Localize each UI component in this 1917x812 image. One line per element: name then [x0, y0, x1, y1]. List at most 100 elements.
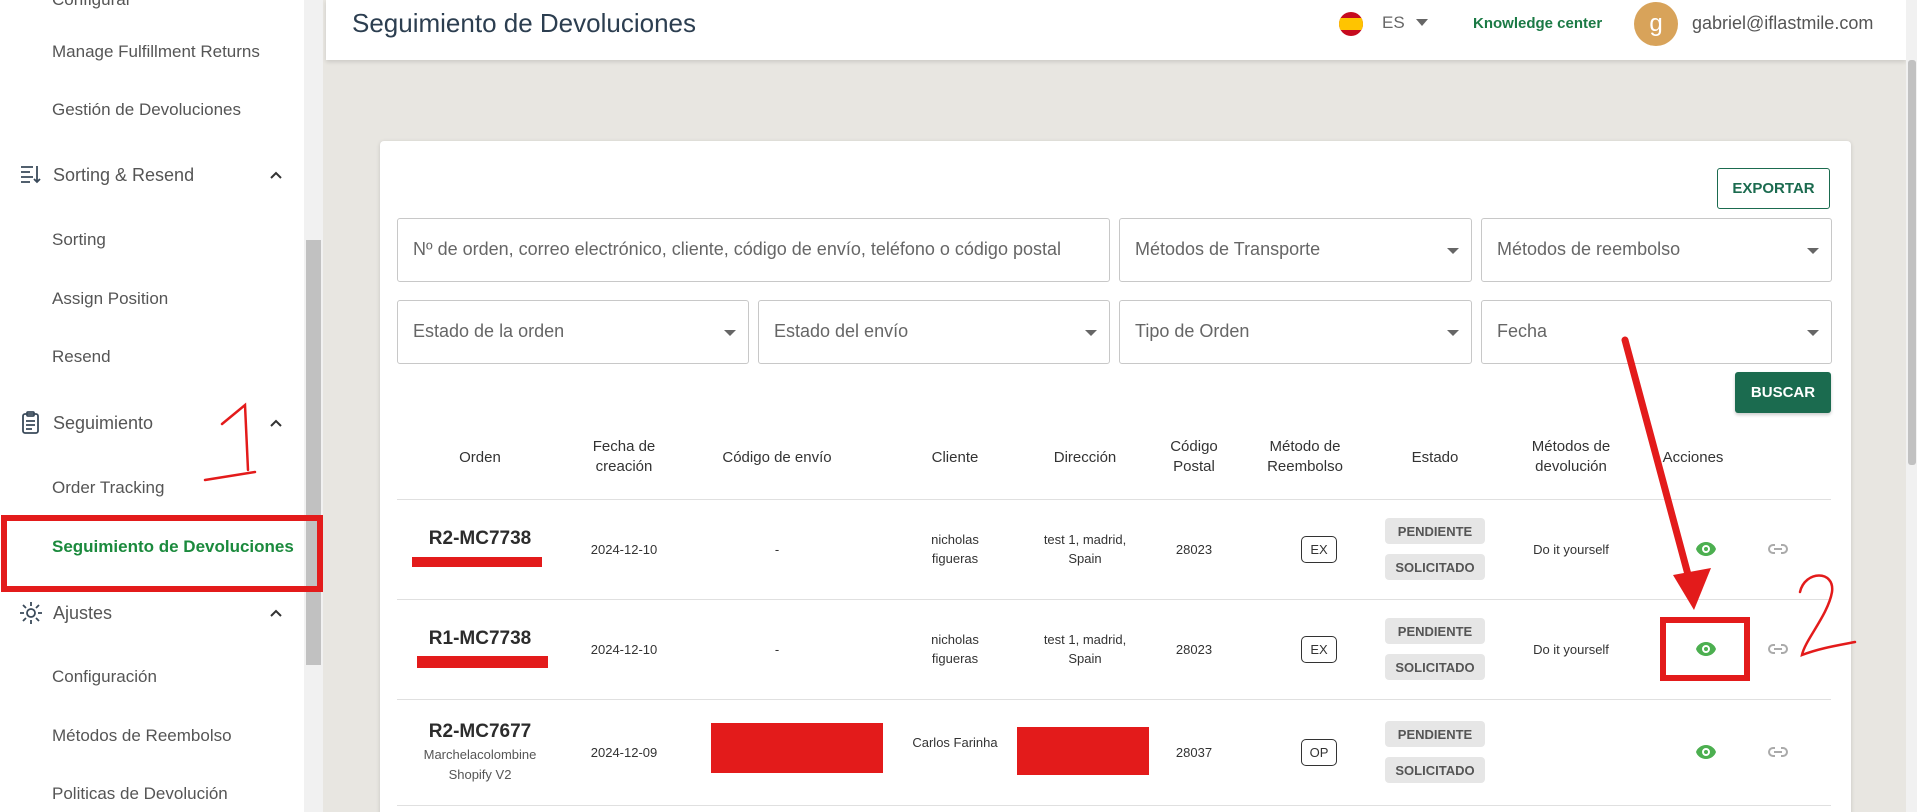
order-number[interactable]: R2-MC7738	[420, 528, 540, 550]
search-button[interactable]: BUSCAR	[1735, 372, 1831, 413]
sidebar-item-seguimiento-devoluciones[interactable]: Seguimiento de Devoluciones	[52, 537, 294, 557]
sidebar-item-sorting[interactable]: Sorting	[52, 230, 106, 250]
section-label: Sorting & Resend	[53, 164, 195, 185]
client-name: nicholas figueras	[931, 532, 979, 566]
spain-flag-icon[interactable]	[1339, 12, 1363, 36]
order-type-label: Tipo de Orden	[1135, 321, 1250, 341]
refund-select[interactable]: Métodos de reembolso	[1481, 218, 1832, 282]
column-header-estado: Estado	[1411, 449, 1459, 466]
shipment-state-label: Estado del envío	[774, 321, 909, 341]
sidebar-item-partial[interactable]: Configurar	[52, 0, 131, 10]
sidebar-scrollbar-thumb[interactable]	[306, 240, 321, 665]
view-eye-icon[interactable]	[1694, 740, 1718, 764]
caret-down-icon	[724, 330, 736, 336]
sidebar-item-order-tracking[interactable]: Order Tracking	[52, 478, 164, 498]
order-store-name: Marchelacolombine Shopify V2	[423, 747, 537, 782]
gear-icon	[18, 600, 44, 626]
return-method: Do it yourself	[1533, 542, 1609, 557]
row-divider	[397, 699, 1831, 700]
creation-date: 2024-12-10	[590, 542, 658, 557]
creation-date: 2024-12-10	[590, 642, 658, 657]
knowledge-center-link[interactable]: Knowledge center	[1473, 15, 1602, 32]
client-name: Carlos Farinha	[912, 735, 998, 750]
top-header: Seguimiento de Devoluciones ES Knowledge…	[326, 0, 1906, 60]
order-state-label: Estado de la orden	[413, 321, 565, 341]
transport-select[interactable]: Métodos de Transporte	[1119, 218, 1472, 282]
sidebar-item-manage-fulfillment-returns[interactable]: Manage Fulfillment Returns	[52, 42, 260, 62]
address: test 1, madrid, Spain	[1043, 532, 1127, 566]
refund-select-label: Métodos de reembolso	[1497, 239, 1681, 259]
order-type-select[interactable]: Tipo de Orden	[1119, 300, 1472, 364]
redaction-bar	[417, 656, 548, 668]
column-header-cliente: Cliente	[931, 449, 979, 466]
column-header-direccion: Dirección	[1053, 449, 1117, 466]
column-header-orden: Orden	[459, 449, 501, 466]
status-badge-requested: SOLICITADO	[1385, 757, 1485, 783]
export-button[interactable]: EXPORTAR	[1717, 168, 1830, 209]
caret-down-icon	[1085, 330, 1097, 336]
link-icon[interactable]	[1766, 537, 1790, 561]
shipping-code: -	[774, 642, 780, 657]
status-badge-requested: SOLICITADO	[1385, 654, 1485, 680]
order-state-select[interactable]: Estado de la orden	[397, 300, 749, 364]
user-email[interactable]: gabriel@iflastmile.com	[1692, 13, 1873, 34]
column-header-metodo-reembolso: Método de Reembolso	[1267, 438, 1343, 475]
view-eye-icon[interactable]	[1694, 537, 1718, 561]
caret-down-icon[interactable]	[1416, 19, 1428, 27]
column-header-metodos-devolucion: Métodos de devolución	[1531, 438, 1611, 475]
column-header-codigo-postal: Código Postal	[1170, 438, 1218, 475]
redaction-block	[1017, 727, 1149, 775]
column-header-acciones: Acciones	[1662, 449, 1724, 466]
status-badge-pending: PENDIENTE	[1385, 721, 1485, 747]
column-header-fecha: Fecha de creación	[592, 438, 656, 475]
section-label: Seguimiento	[53, 412, 154, 433]
language-selector[interactable]: ES	[1382, 13, 1405, 33]
status-badge-pending: PENDIENTE	[1385, 618, 1485, 644]
chevron-up-icon[interactable]	[266, 165, 286, 185]
caret-down-icon	[1447, 330, 1459, 336]
sorting-icon	[18, 162, 44, 188]
avatar[interactable]: g	[1634, 2, 1678, 46]
order-number[interactable]: R1-MC7738	[420, 628, 540, 650]
view-eye-icon[interactable]	[1694, 637, 1718, 661]
client-name: nicholas figueras	[931, 632, 979, 666]
sidebar-section-sorting-resend[interactable]: Sorting & Resend	[18, 155, 296, 195]
status-badge-requested: SOLICITADO	[1385, 554, 1485, 580]
returns-card: EXPORTAR Nº de orden, correo electrónico…	[380, 141, 1851, 812]
search-input[interactable]: Nº de orden, correo electrónico, cliente…	[397, 218, 1110, 282]
sidebar: Configurar Manage Fulfillment Returns Ge…	[0, 0, 304, 812]
window-scrollbar-thumb[interactable]	[1908, 60, 1916, 465]
sidebar-item-configuracion[interactable]: Configuración	[52, 667, 157, 687]
section-label: Ajustes	[53, 602, 113, 623]
postal-code: 28023	[1175, 642, 1213, 657]
search-placeholder: Nº de orden, correo electrónico, cliente…	[413, 239, 1061, 259]
sidebar-item-politicas-devolucion[interactable]: Politicas de Devolución	[52, 784, 228, 804]
order-number[interactable]: R2-MC7677	[420, 721, 540, 743]
chevron-up-icon[interactable]	[266, 603, 286, 623]
row-divider	[397, 599, 1831, 600]
date-select[interactable]: Fecha	[1481, 300, 1832, 364]
refund-method-badge: EX	[1301, 636, 1337, 663]
sidebar-section-ajustes[interactable]: Ajustes	[18, 593, 296, 633]
link-icon[interactable]	[1766, 740, 1790, 764]
sidebar-item-assign-position[interactable]: Assign Position	[52, 289, 168, 309]
sidebar-item-resend[interactable]: Resend	[52, 347, 111, 367]
caret-down-icon	[1447, 248, 1459, 254]
refund-method-badge: OP	[1301, 739, 1337, 766]
transport-select-label: Métodos de Transporte	[1135, 239, 1321, 259]
date-label: Fecha	[1497, 321, 1548, 341]
shipping-code: -	[774, 542, 780, 557]
row-divider	[397, 805, 1831, 806]
return-method: Do it yourself	[1533, 642, 1609, 657]
link-icon[interactable]	[1766, 637, 1790, 661]
column-header-codigo-envio: Código de envío	[722, 449, 832, 466]
redaction-block	[711, 723, 883, 773]
clipboard-icon	[18, 410, 44, 436]
status-badge-pending: PENDIENTE	[1385, 518, 1485, 544]
sidebar-section-seguimiento[interactable]: Seguimiento	[18, 403, 296, 443]
shipment-state-select[interactable]: Estado del envío	[758, 300, 1110, 364]
chevron-up-icon[interactable]	[266, 413, 286, 433]
sidebar-item-metodos-reembolso[interactable]: Métodos de Reembolso	[52, 726, 232, 746]
sidebar-item-gestion-devoluciones[interactable]: Gestión de Devoluciones	[52, 100, 241, 120]
caret-down-icon	[1807, 330, 1819, 336]
